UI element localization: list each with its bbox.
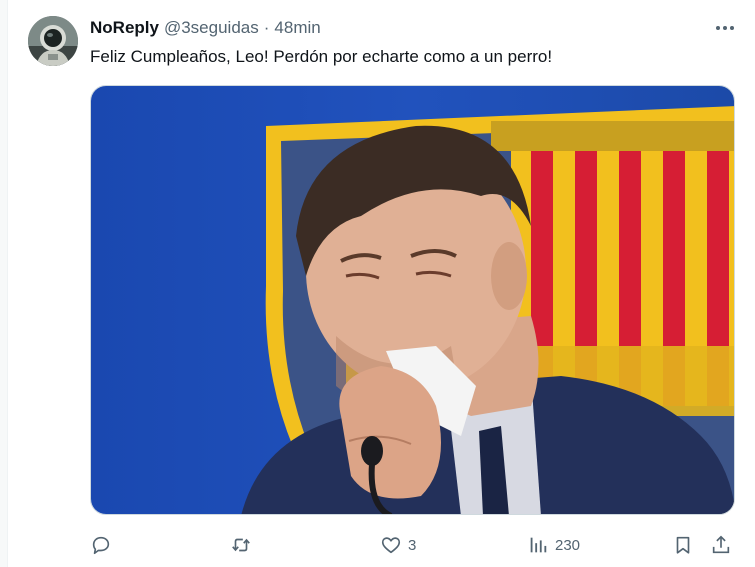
- timestamp[interactable]: 48min: [274, 17, 320, 39]
- heart-icon: [381, 537, 401, 554]
- share-icon: [712, 535, 730, 554]
- separator-dot: ·: [263, 18, 270, 37]
- user-handle[interactable]: @3seguidas: [164, 17, 259, 39]
- share-button[interactable]: [710, 530, 732, 560]
- display-name[interactable]: NoReply: [90, 17, 159, 39]
- reply-icon: [92, 536, 110, 555]
- like-button[interactable]: 3: [380, 530, 416, 560]
- views-count: 230: [555, 536, 581, 554]
- action-bar: 3 230: [90, 530, 740, 560]
- retweet-icon: [232, 538, 250, 552]
- more-dots-icon: [716, 26, 734, 30]
- views-icon: [530, 537, 547, 553]
- tweet-header: NoReply @3seguidas · 48min: [90, 17, 321, 39]
- more-options-button[interactable]: [713, 18, 737, 38]
- astronaut-avatar-icon: [28, 16, 78, 66]
- bookmark-icon: [676, 536, 690, 554]
- views-button[interactable]: 230: [527, 530, 580, 560]
- left-edge-strip: [0, 0, 8, 567]
- bookmark-button[interactable]: [672, 530, 694, 560]
- retweet-button[interactable]: [230, 530, 258, 560]
- like-count: 3: [408, 536, 417, 554]
- tweet[interactable]: NoReply @3seguidas · 48min Feliz Cumplea…: [8, 0, 755, 567]
- tweet-text: Feliz Cumpleaños, Leo! Perdón por echart…: [90, 47, 553, 66]
- photo-illustration: [91, 86, 734, 514]
- reply-button[interactable]: [90, 530, 118, 560]
- avatar[interactable]: [28, 16, 78, 66]
- tweet-photo[interactable]: [90, 85, 735, 515]
